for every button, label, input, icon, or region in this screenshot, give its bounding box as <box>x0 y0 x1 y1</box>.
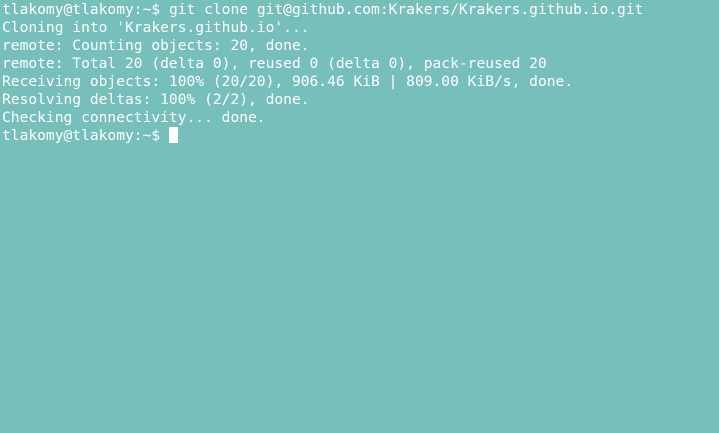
output-line: Receiving objects: 100% (20/20), 906.46 … <box>2 73 574 90</box>
output-line: Cloning into 'Krakers.github.io'... <box>2 19 310 36</box>
output-line: Resolving deltas: 100% (2/2), done. <box>2 91 310 108</box>
active-prompt-line[interactable]: tlakomy@tlakomy:~$ <box>2 127 719 145</box>
command-text: git clone git@github.com:Krakers/Krakers… <box>168 1 644 18</box>
command-line: tlakomy@tlakomy:~$ git clone git@github.… <box>2 1 719 19</box>
terminal-window[interactable]: tlakomy@tlakomy:~$ git clone git@github.… <box>0 0 719 433</box>
prompt-text: tlakomy@tlakomy:~$ <box>2 1 161 18</box>
output-line: remote: Total 20 (delta 0), reused 0 (de… <box>2 55 547 72</box>
text-cursor <box>168 127 178 143</box>
output-line: Checking connectivity... done. <box>2 109 266 126</box>
output-line: remote: Counting objects: 20, done. <box>2 37 310 54</box>
prompt-text: tlakomy@tlakomy:~$ <box>2 127 161 144</box>
